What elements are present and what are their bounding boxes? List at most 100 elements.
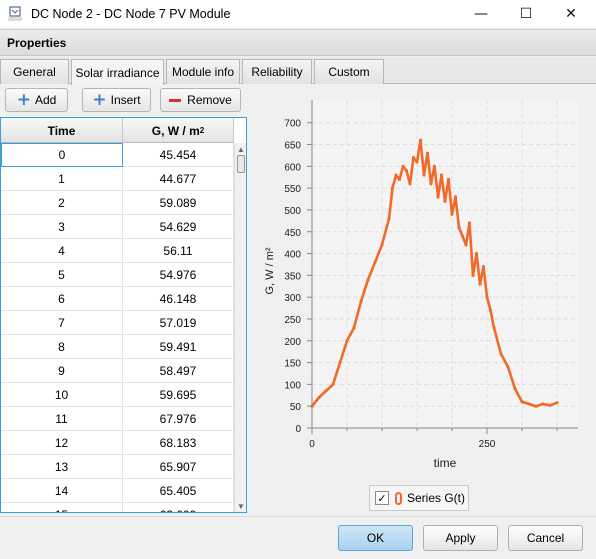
chart-legend[interactable]: ✓ Series G(t) [369,485,469,511]
irradiance-table: Time G, W / m2 0 45.454 1 44.677 2 59.089 3 54.… [0,117,247,513]
tab-module-info[interactable]: Module info [166,59,240,84]
close-icon[interactable]: ✕ [548,0,594,28]
irradiance-cell[interactable]: 44.677 [123,167,234,191]
irradiance-cell[interactable]: 57.019 [123,311,234,335]
time-cell[interactable]: 11 [1,407,123,431]
y-tick-label: 200 [284,337,301,348]
time-cell[interactable]: 7 [1,311,123,335]
time-cell[interactable]: 12 [1,431,123,455]
irradiance-cell[interactable]: 59.491 [123,335,234,359]
maximize-icon[interactable]: ☐ [503,0,549,28]
plus-icon: + [16,90,31,110]
tab-general[interactable]: General [0,59,69,84]
table-row[interactable]: 9 58.497 [1,359,234,383]
table-row[interactable]: 7 57.019 [1,311,234,335]
time-cell[interactable]: 4 [1,239,123,263]
table-body: 0 45.454 1 44.677 2 59.089 3 54.629 4 56.11 5 54.97… [1,143,234,512]
time-cell[interactable]: 13 [1,455,123,479]
minus-icon [169,98,182,102]
table-row[interactable]: 6 46.148 [1,287,234,311]
irradiance-cell[interactable]: 58.497 [123,359,234,383]
series-point [513,387,517,391]
time-cell[interactable]: 8 [1,335,123,359]
irradiance-cell[interactable]: 59.089 [123,191,234,215]
table-row[interactable]: 4 56.11 [1,239,234,263]
series-point [415,160,419,164]
table-row[interactable]: 14 65.405 [1,479,234,503]
series-point [429,182,433,186]
ok-button[interactable]: OK [338,525,413,551]
table-row[interactable]: 5 54.976 [1,263,234,287]
time-cell[interactable]: 10 [1,383,123,407]
series-point [464,243,468,247]
irradiance-cell[interactable]: 46.148 [123,287,234,311]
tab-bar: General Solar irradiance Module info Rel… [0,57,596,85]
table-row[interactable]: 3 54.629 [1,215,234,239]
insert-button[interactable]: + Insert [82,88,151,112]
irradiance-cell[interactable]: 54.629 [123,215,234,239]
scroll-up-icon[interactable]: ▲ [235,143,246,155]
time-cell[interactable]: 6 [1,287,123,311]
irradiance-cell[interactable]: 67.976 [123,407,234,431]
insert-label: Insert [110,93,141,107]
add-button[interactable]: + Add [5,88,68,112]
series-checkbox[interactable]: ✓ [375,491,389,505]
y-tick-label: 400 [284,250,301,261]
table-row[interactable]: 10 59.695 [1,383,234,407]
table-row[interactable]: 8 59.491 [1,335,234,359]
table-row[interactable]: 1 44.677 [1,167,234,191]
series-point [446,177,451,182]
scrollbar-thumb[interactable] [237,155,245,173]
table-scrollbar[interactable]: ▲ ▼ [234,143,246,512]
series-point [527,402,531,406]
column-header-time[interactable]: Time [1,118,123,143]
series-point [401,164,405,168]
series-point [443,199,447,203]
series-point [359,299,363,304]
plot-background [312,100,578,428]
series-point [471,273,475,277]
minimize-icon[interactable]: — [458,0,504,28]
time-cell[interactable]: 2 [1,191,123,215]
irradiance-cell[interactable]: 68.183 [123,431,234,455]
irradiance-cell[interactable]: 56.11 [123,239,234,263]
series-point [380,243,384,247]
table-row[interactable]: 0 45.454 [1,143,234,167]
scroll-down-icon[interactable]: ▼ [235,500,246,512]
irradiance-cell[interactable]: 59.695 [123,383,234,407]
table-row[interactable]: 1563.099 [1,503,234,512]
time-cell[interactable]: 5 [1,263,123,287]
table-row[interactable]: 12 68.183 [1,431,234,455]
series-point [397,177,402,182]
time-cell[interactable]: 3 [1,215,123,239]
irradiance-cell[interactable]: 65.907 [123,455,234,479]
y-tick-label: 450 [284,228,301,239]
series-point [331,382,335,386]
x-tick-label: 250 [479,439,496,450]
tab-reliability[interactable]: Reliability [242,59,312,84]
y-tick-label: 300 [284,293,301,304]
apply-button[interactable]: Apply [423,525,498,551]
table-row[interactable]: 2 59.089 [1,191,234,215]
series-point [481,265,486,269]
tab-solar-irradiance[interactable]: Solar irradiance [71,59,164,85]
table-row[interactable]: 11 67.976 [1,407,234,431]
irradiance-cell[interactable]: 63.099 [123,503,234,512]
time-cell[interactable]: 0 [1,143,123,167]
series-point [310,404,314,408]
time-cell[interactable]: 1 [1,167,123,191]
irradiance-cell[interactable]: 65.405 [123,479,234,503]
time-cell[interactable]: 9 [1,359,123,383]
series-point [366,278,370,282]
irradiance-cell[interactable]: 45.454 [123,143,234,167]
app-icon [8,6,22,21]
cancel-button[interactable]: Cancel [508,525,583,551]
table-row[interactable]: 13 65.907 [1,455,234,479]
remove-button[interactable]: Remove [160,88,241,112]
time-cell[interactable]: 15 [1,503,123,512]
irradiance-cell[interactable]: 54.976 [123,263,234,287]
time-cell[interactable]: 14 [1,479,123,503]
tab-custom[interactable]: Custom [314,59,384,84]
column-header-g[interactable]: G, W / m2 [123,118,234,143]
y-tick-label: 500 [284,206,301,217]
